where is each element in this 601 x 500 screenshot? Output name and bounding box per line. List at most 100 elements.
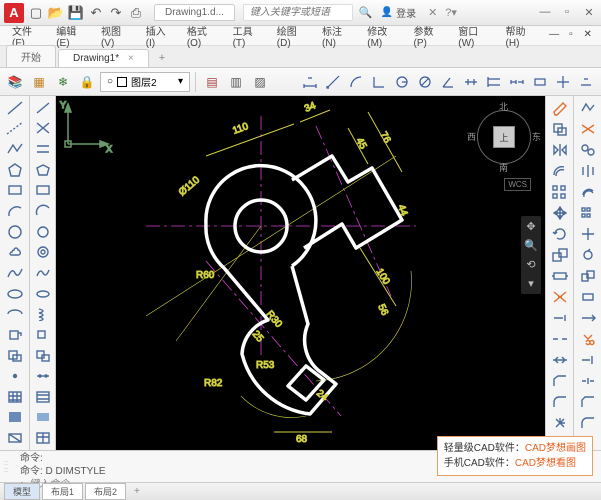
mirror-tool[interactable] — [549, 140, 571, 160]
login-button[interactable]: 👤 登录 — [381, 5, 416, 20]
dim-aligned-icon[interactable] — [322, 71, 344, 93]
menu-edit[interactable]: 编辑(E) — [50, 21, 93, 51]
menu-insert[interactable]: 插入(I) — [140, 21, 179, 51]
circle-tool2[interactable] — [32, 222, 54, 242]
array-tool[interactable] — [549, 182, 571, 202]
extend-tool[interactable] — [549, 308, 571, 328]
trim-tool2[interactable] — [577, 329, 599, 349]
ellipse-tool2[interactable] — [32, 284, 54, 304]
child-minimize[interactable]: ― — [547, 29, 562, 43]
minimize-button[interactable]: ― — [537, 6, 553, 20]
layer-properties-icon[interactable]: 📚 — [4, 71, 26, 93]
layer-iso-icon[interactable]: ▤ — [201, 71, 223, 93]
helix-tool[interactable] — [32, 304, 54, 324]
donut-tool[interactable] — [32, 242, 54, 262]
menu-tools[interactable]: 工具(T) — [227, 21, 269, 51]
tab-add-layout[interactable]: + — [128, 486, 146, 497]
dim-diameter-icon[interactable] — [414, 71, 436, 93]
spline-tool[interactable] — [4, 263, 26, 283]
orbit-icon[interactable]: ⟲ — [526, 258, 535, 271]
dim-linear-icon[interactable] — [299, 71, 321, 93]
dim-edit-icon[interactable] — [575, 71, 597, 93]
nav-bar[interactable]: ✥ 🔍 ⟲ ▾ — [521, 216, 541, 294]
drawing-canvas[interactable]: 110 34 45 76 44 56 100 Ø110 — [56, 96, 545, 450]
polygon-tool[interactable] — [4, 160, 26, 180]
chamfer-tool2[interactable] — [577, 392, 599, 412]
tab-drawing1[interactable]: Drawing1* × — [58, 49, 149, 67]
search-input[interactable] — [243, 4, 353, 21]
layer-selector[interactable]: ○ 图层2 ▾ — [100, 72, 190, 92]
copy-tool[interactable] — [549, 119, 571, 139]
search-icon[interactable]: 🔍 — [359, 6, 373, 19]
menu-draw[interactable]: 绘图(D) — [271, 21, 314, 51]
copy-tool2[interactable] — [577, 140, 599, 160]
exchange-icon[interactable]: ✕ — [428, 6, 437, 19]
child-restore[interactable]: ▫ — [564, 29, 579, 43]
fillet-tool2[interactable] — [577, 413, 599, 433]
table-tool[interactable] — [32, 428, 54, 448]
help-dropdown-icon[interactable]: ?▾ — [445, 6, 457, 19]
offset-tool2[interactable] — [577, 182, 599, 202]
revision-cloud-tool[interactable] — [4, 242, 26, 262]
dim-angular-icon[interactable] — [437, 71, 459, 93]
line-tool2[interactable] — [32, 98, 54, 118]
join-tool[interactable] — [549, 350, 571, 370]
pedit-tool[interactable] — [577, 98, 599, 118]
dim-tolerance-icon[interactable] — [529, 71, 551, 93]
point-tool[interactable] — [4, 366, 26, 386]
mirror-tool2[interactable] — [577, 161, 599, 181]
rectangle-tool[interactable] — [4, 181, 26, 201]
rect-array-tool[interactable] — [577, 203, 599, 223]
layer-freeze-icon[interactable]: ❄ — [52, 71, 74, 93]
dim-baseline-icon[interactable] — [483, 71, 505, 93]
print-icon[interactable]: ⎙ — [128, 5, 144, 21]
tab-layout2[interactable]: 布局2 — [85, 483, 126, 500]
layer-lock-icon[interactable]: 🔒 — [76, 71, 98, 93]
menu-view[interactable]: 视图(V) — [95, 21, 138, 51]
fillet-tool[interactable] — [549, 392, 571, 412]
layer-states-icon[interactable]: ▦ — [28, 71, 50, 93]
extend-tool2[interactable] — [577, 350, 599, 370]
wblock-tool[interactable] — [32, 346, 54, 366]
scale-tool[interactable] — [549, 245, 571, 265]
erase-tool[interactable] — [549, 98, 571, 118]
wcs-label[interactable]: WCS — [504, 178, 531, 191]
pan-icon[interactable]: ✥ — [526, 220, 535, 233]
menu-format[interactable]: 格式(O) — [181, 21, 225, 51]
view-cube[interactable]: 上 北 南 西 东 — [469, 102, 539, 172]
ellipse-tool[interactable] — [4, 284, 26, 304]
gradient-tool[interactable] — [4, 408, 26, 428]
rectangle-tool2[interactable] — [32, 181, 54, 201]
move-tool[interactable] — [549, 203, 571, 223]
save-icon[interactable]: 💾 — [68, 5, 84, 21]
maximize-button[interactable]: ▫ — [559, 6, 575, 20]
dim-center-icon[interactable] — [552, 71, 574, 93]
hatch-tool[interactable] — [4, 387, 26, 407]
document-title-tab[interactable]: Drawing1.d... — [154, 4, 235, 21]
undo-icon[interactable]: ↶ — [88, 5, 104, 21]
hatch-tool2[interactable] — [32, 387, 54, 407]
arc-tool[interactable] — [4, 201, 26, 221]
construction-line-tool[interactable] — [4, 119, 26, 139]
rotate-tool[interactable] — [549, 224, 571, 244]
menu-window[interactable]: 窗口(W) — [452, 21, 497, 51]
multiline-tool[interactable] — [32, 139, 54, 159]
spline-tool2[interactable] — [32, 263, 54, 283]
scale-tool2[interactable] — [577, 266, 599, 286]
view-cube-top[interactable]: 上 — [493, 126, 515, 148]
polyline-tool[interactable] — [4, 139, 26, 159]
trim-tool[interactable] — [549, 287, 571, 307]
zoom-icon[interactable]: 🔍 — [524, 239, 538, 252]
menu-modify[interactable]: 修改(M) — [361, 21, 405, 51]
explode-tool[interactable] — [549, 413, 571, 433]
menu-parametric[interactable]: 参数(P) — [408, 21, 451, 51]
child-close[interactable]: ✕ — [580, 29, 595, 43]
ray-tool[interactable] — [32, 119, 54, 139]
tab-close-icon[interactable]: × — [128, 53, 134, 64]
tab-layout1[interactable]: 布局1 — [42, 483, 83, 500]
chamfer-tool[interactable] — [549, 371, 571, 391]
ellipse-arc-tool[interactable] — [4, 304, 26, 324]
arc-tool2[interactable] — [32, 201, 54, 221]
erase-tool2[interactable] — [577, 119, 599, 139]
steering-icon[interactable]: ▾ — [528, 277, 534, 290]
